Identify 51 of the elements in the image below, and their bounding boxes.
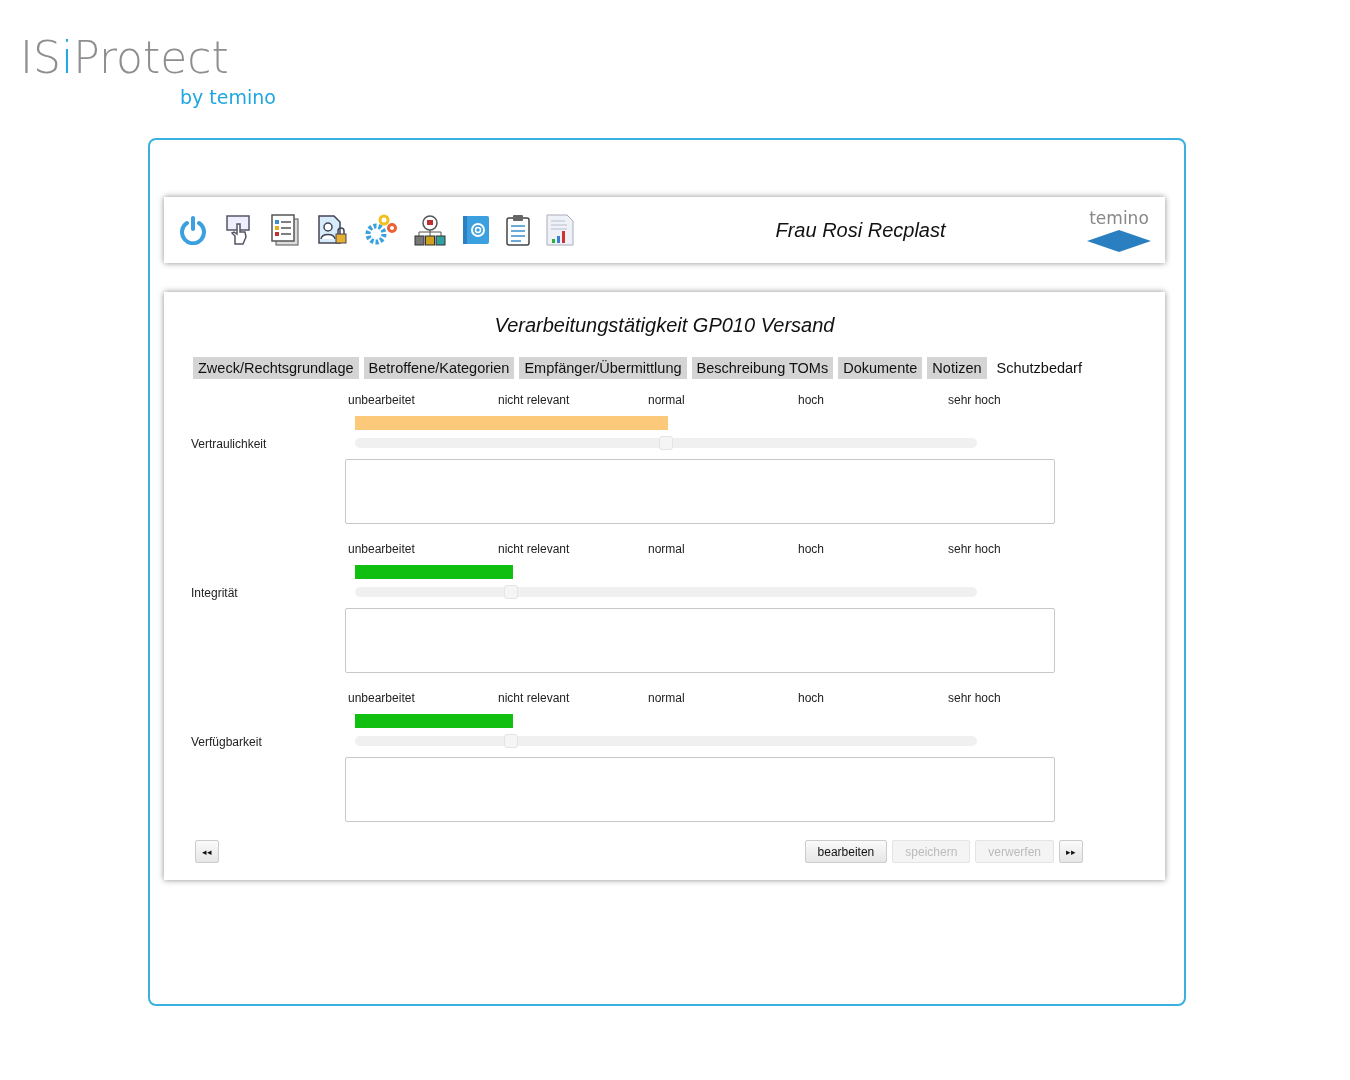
scale-label: nicht relevant (498, 691, 571, 705)
slider-track[interactable] (355, 587, 977, 597)
comment-field[interactable] (345, 608, 1055, 673)
user-name: Frau Rosi Recplast (774, 218, 947, 242)
scale-label: normal (648, 393, 686, 407)
address-book-icon[interactable] (462, 215, 490, 245)
next-button[interactable]: ▸▸ (1059, 840, 1083, 863)
comment-field[interactable] (345, 757, 1055, 822)
organization-icon[interactable] (414, 214, 446, 246)
scale-label: normal (648, 691, 686, 705)
action-button[interactable]: bearbeiten (804, 840, 888, 863)
slider-track[interactable] (355, 438, 977, 448)
bar-chart-report-icon[interactable] (546, 214, 574, 246)
slider-track[interactable] (355, 736, 977, 746)
scale-label: hoch (798, 691, 826, 705)
clipboard-icon[interactable] (506, 214, 530, 246)
criterion-label: Verfügbarkeit (191, 735, 263, 749)
scale-label: nicht relevant (498, 393, 571, 407)
tab[interactable]: Zweck/Rechtsgrundlage (193, 357, 359, 379)
slider-thumb[interactable] (503, 585, 518, 599)
scale-label: hoch (798, 393, 826, 407)
comment-field[interactable] (345, 459, 1055, 524)
criterion-label: Vertraulichkeit (191, 437, 268, 451)
gears-icon[interactable] (364, 214, 398, 246)
tab[interactable]: Betroffene/Kategorien (363, 357, 515, 379)
logo-tagline: by temino (180, 86, 276, 108)
logo-wordmark: ISi Protect (20, 36, 230, 80)
scale-label: unbearbeitet (348, 691, 416, 705)
brand-text: temino (1089, 208, 1149, 228)
power-icon[interactable] (178, 215, 208, 245)
previous-button[interactable]: ◂◂ (195, 840, 219, 863)
scale-label: sehr hoch (948, 542, 1002, 556)
diamond-logo-icon (1087, 230, 1151, 252)
panel-title: Verarbeitungstätigkeit GP010 Versand (493, 314, 836, 337)
scale-label: unbearbeitet (348, 393, 416, 407)
scale-label: nicht relevant (498, 542, 571, 556)
scale-label: unbearbeitet (348, 542, 416, 556)
slider-thumb[interactable] (659, 436, 673, 450)
user-lock-document-icon[interactable] (316, 214, 348, 246)
scale-label: normal (648, 542, 686, 556)
criterion-label: Integrität (191, 586, 239, 600)
scale-label: sehr hoch (948, 393, 1002, 407)
scale-label: hoch (798, 542, 826, 556)
tab[interactable]: Empfänger/Übermittlung (519, 357, 687, 379)
tab[interactable]: Beschreibung TOMs (691, 357, 834, 379)
scale-label: sehr hoch (948, 691, 1002, 705)
checklist-icon[interactable] (270, 214, 300, 246)
tab[interactable]: Schutzbedarf (991, 357, 1087, 379)
tab[interactable]: Dokumente (838, 357, 923, 379)
slider-thumb[interactable] (503, 734, 518, 748)
tab[interactable]: Notizen (927, 357, 987, 379)
